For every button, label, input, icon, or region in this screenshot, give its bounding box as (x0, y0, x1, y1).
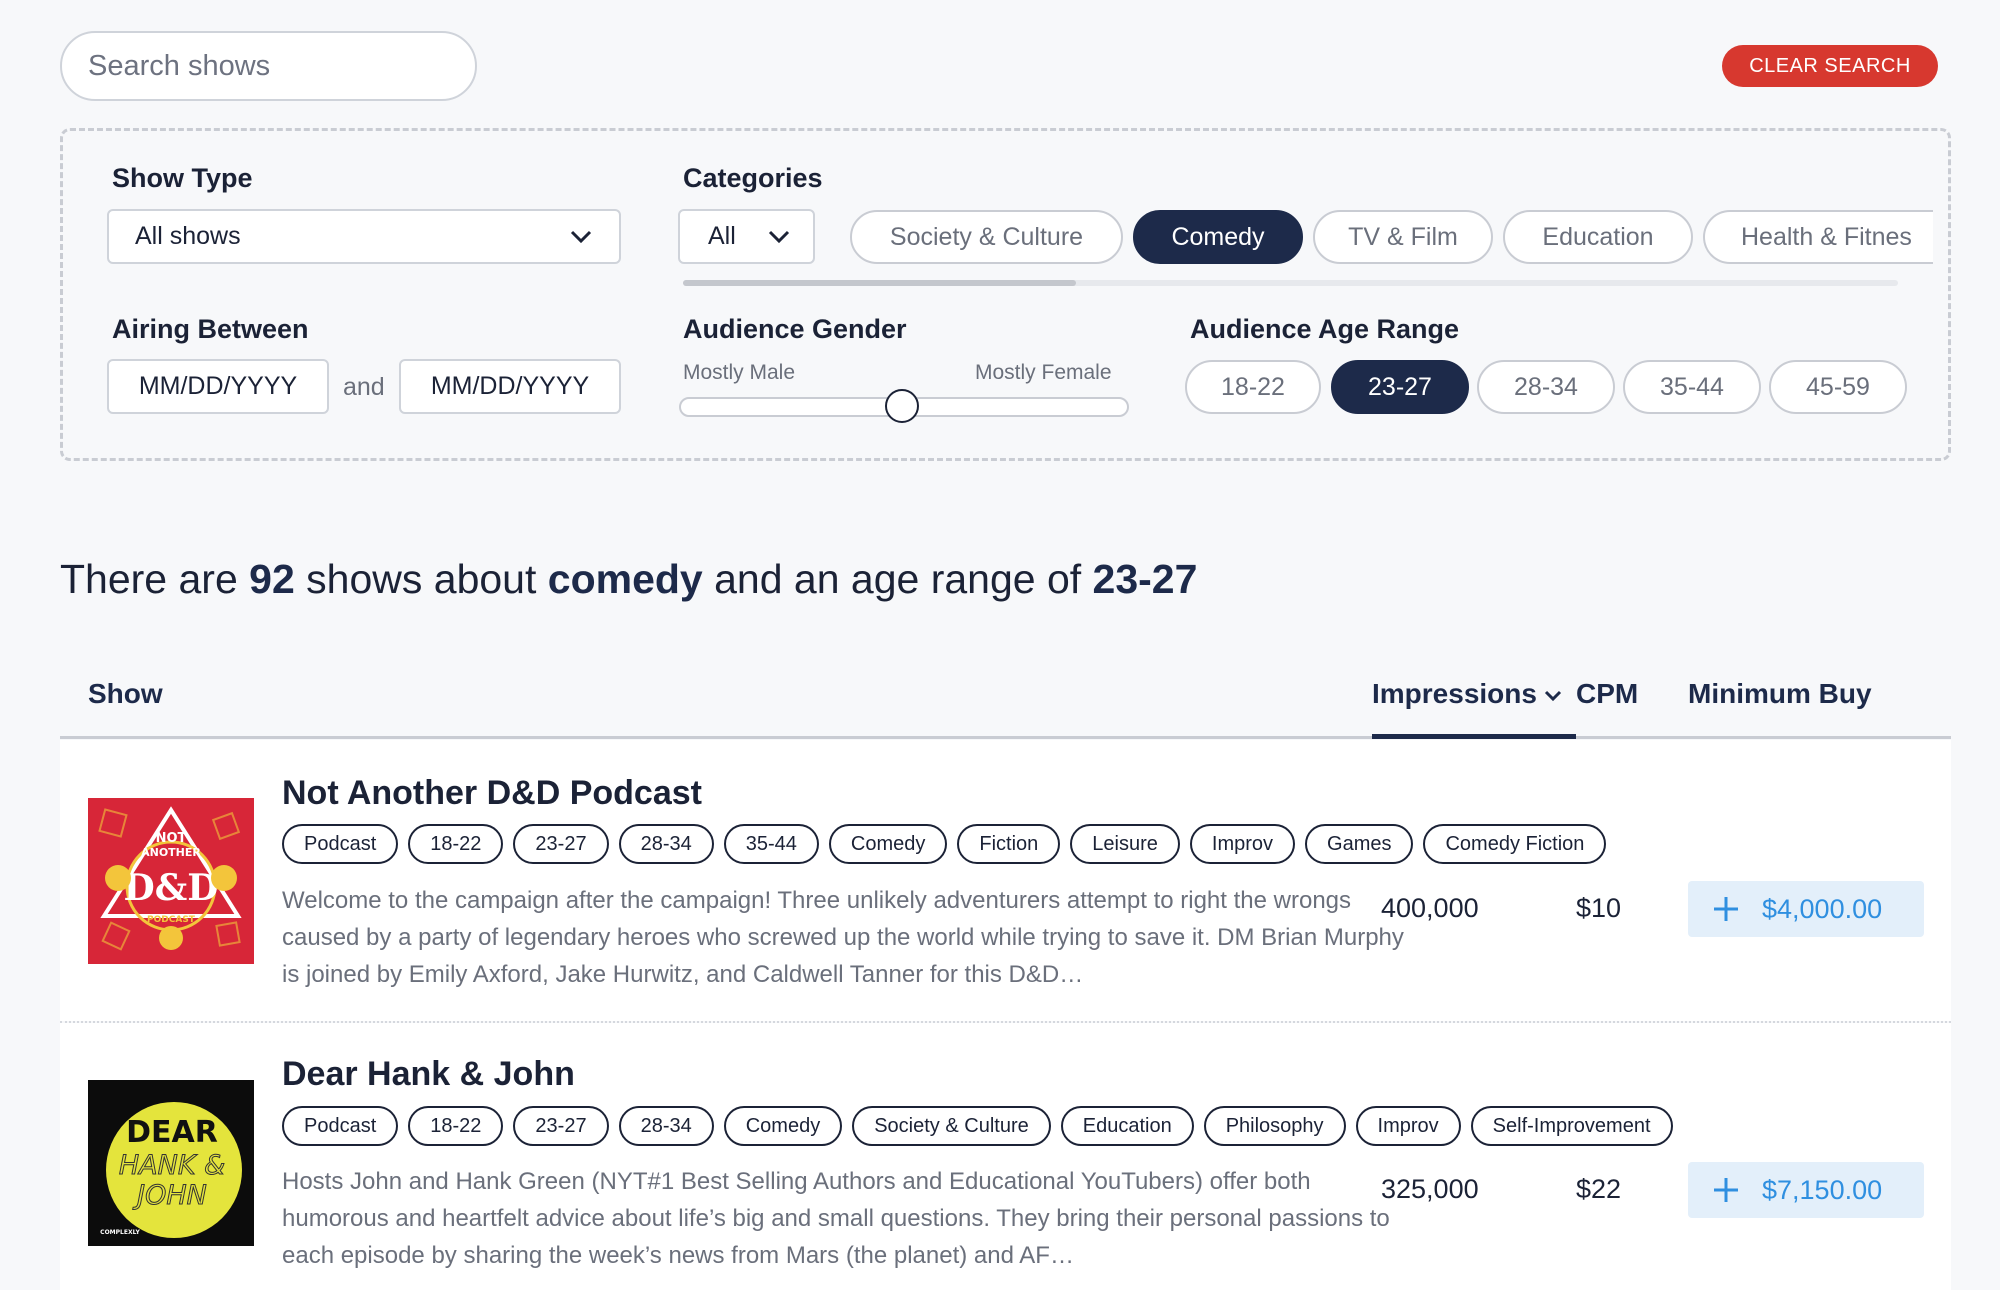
tag[interactable]: Philosophy (1203, 1106, 1346, 1146)
tag[interactable]: Comedy Fiction (1423, 824, 1607, 864)
cpm-value: $22 (1576, 1174, 1622, 1204)
chevron-down-icon (768, 230, 790, 243)
artwork-text: ANOTHER (141, 846, 201, 859)
add-buy-button[interactable]: $7,150.00 (1688, 1162, 1924, 1218)
result-count: 92 (249, 556, 295, 602)
category-chip-tv-film[interactable]: TV & Film (1313, 210, 1493, 264)
summary-text: and an age range of (702, 556, 1093, 602)
minimum-buy-value: $4,000.00 (1762, 893, 1883, 924)
impressions-header-label: Impressions (1372, 678, 1537, 709)
tag[interactable]: 23-27 (513, 824, 609, 864)
show-type-value: All shows (135, 222, 241, 250)
audience-gender-label: Audience Gender (683, 314, 907, 344)
search-input[interactable] (88, 49, 465, 83)
sort-down-icon (1544, 690, 1562, 701)
show-title[interactable]: Not Another D&D Podcast (282, 774, 702, 813)
age-chip-23-27[interactable]: 23-27 (1331, 360, 1469, 414)
show-title[interactable]: Dear Hank & John (282, 1055, 575, 1094)
artwork-text: JOHN (132, 1180, 207, 1211)
artwork-text: DEAR (126, 1115, 218, 1150)
summary-text: There are (60, 556, 250, 602)
artwork-text: NOT (156, 831, 187, 846)
end-date-input[interactable]: MM/DD/YYYY (399, 359, 621, 414)
tag[interactable]: Podcast (282, 1106, 399, 1146)
tag[interactable]: Games (1305, 824, 1414, 864)
results-summary: There are 92 shows about comedy and an a… (60, 556, 1197, 603)
mostly-male-label: Mostly Male (683, 361, 796, 384)
tag[interactable]: 28-34 (618, 824, 714, 864)
tag[interactable]: Improv (1189, 824, 1296, 864)
gender-slider-handle[interactable] (885, 389, 919, 423)
column-header-minimum-buy[interactable]: Minimum Buy (1688, 678, 1872, 710)
age-chip-35-44[interactable]: 35-44 (1623, 360, 1761, 414)
summary-topic: comedy (547, 556, 703, 602)
clear-search-button[interactable]: CLEAR SEARCH (1722, 45, 1938, 87)
categories-value: All (708, 222, 736, 250)
tag[interactable]: Education (1060, 1106, 1194, 1146)
show-artwork: DEAR HANK & JOHN COMPLEXLY (88, 1080, 254, 1246)
column-header-show[interactable]: Show (88, 678, 163, 710)
age-chip-28-34[interactable]: 28-34 (1477, 360, 1615, 414)
plus-icon (1714, 1178, 1738, 1202)
tag-list: Podcast 18-22 23-27 28-34 35-44 Comedy F… (282, 824, 1607, 864)
category-chip-health-fitness[interactable]: Health & Fitnes (1703, 210, 1933, 264)
tag[interactable]: Podcast (282, 824, 399, 864)
age-chip-45-59[interactable]: 45-59 (1769, 360, 1907, 414)
tag[interactable]: 28-34 (618, 1106, 714, 1146)
impressions-value: 400,000 (1381, 893, 1479, 923)
tag[interactable]: Improv (1355, 1106, 1461, 1146)
header-divider (60, 736, 1951, 739)
column-header-cpm[interactable]: CPM (1576, 678, 1638, 710)
tag[interactable]: 35-44 (723, 824, 819, 864)
cpm-value: $10 (1576, 893, 1622, 923)
tag[interactable]: Society & Culture (852, 1106, 1051, 1146)
chevron-down-icon (570, 230, 592, 243)
search-field[interactable] (60, 31, 477, 101)
filter-panel: Show Type All shows Categories All Socie… (60, 128, 1951, 461)
categories-label: Categories (683, 163, 823, 193)
mostly-female-label: Mostly Female (975, 361, 1112, 384)
tag[interactable]: Comedy (723, 1106, 843, 1146)
tag[interactable]: 23-27 (513, 1106, 609, 1146)
plus-icon (1714, 897, 1738, 921)
show-artwork: NOT ANOTHER D&D PODCAST (88, 798, 254, 964)
start-date-input[interactable]: MM/DD/YYYY (107, 359, 329, 414)
category-chip-comedy[interactable]: Comedy (1133, 210, 1303, 264)
show-description: Welcome to the campaign after the campai… (282, 887, 1404, 988)
airing-between-label: Airing Between (112, 314, 309, 344)
summary-age: 23-27 (1092, 556, 1198, 602)
column-header-impressions[interactable]: Impressions (1372, 678, 1563, 710)
audience-age-label: Audience Age Range (1190, 314, 1460, 344)
and-label: and (343, 373, 385, 401)
minimum-buy-value: $7,150.00 (1762, 1174, 1883, 1205)
tag-list: Podcast 18-22 23-27 28-34 Comedy Society… (282, 1106, 1673, 1146)
show-type-select[interactable]: All shows (107, 209, 621, 264)
tag[interactable]: 18-22 (408, 1106, 504, 1146)
summary-text: shows about (294, 556, 548, 602)
category-chip-education[interactable]: Education (1503, 210, 1693, 264)
tag[interactable]: Fiction (957, 824, 1061, 864)
category-chip-society-culture[interactable]: Society & Culture (850, 210, 1123, 264)
tag[interactable]: 18-22 (408, 824, 504, 864)
show-description: Hosts John and Hank Green (NYT#1 Best Se… (282, 1168, 1390, 1269)
tag[interactable]: Self-Improvement (1470, 1106, 1673, 1146)
active-sort-indicator (1372, 734, 1576, 739)
show-type-label: Show Type (112, 163, 253, 193)
categories-select[interactable]: All (678, 209, 815, 264)
impressions-value: 325,000 (1381, 1174, 1479, 1204)
add-buy-button[interactable]: $4,000.00 (1688, 881, 1924, 937)
categories-scrollbar-thumb[interactable] (683, 280, 1076, 286)
artwork-text: COMPLEXLY (100, 1229, 140, 1236)
artwork-text: PODCAST (147, 915, 196, 925)
tag[interactable]: Comedy (828, 824, 948, 864)
age-chip-18-22[interactable]: 18-22 (1185, 360, 1321, 414)
artwork-text: HANK & (119, 1150, 225, 1181)
artwork-text: D&D (124, 867, 219, 909)
tag[interactable]: Leisure (1070, 824, 1180, 864)
table-row[interactable]: NOT ANOTHER D&D PODCAST Not Another D&D … (60, 740, 1951, 1021)
table-row[interactable]: DEAR HANK & JOHN COMPLEXLY Dear Hank & J… (60, 1023, 1951, 1290)
